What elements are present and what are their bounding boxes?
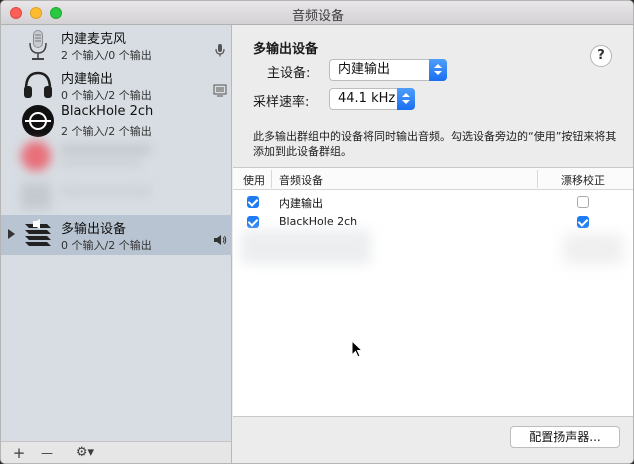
master-device-popup[interactable]: 内建输出 [329, 59, 447, 81]
table-header: 使用 音频设备 漂移校正 [233, 168, 633, 190]
window-title: 音频设备 [291, 9, 344, 24]
device-table: 使用 音频设备 漂移校正 内建输出 BlackHole 2ch [233, 167, 633, 417]
device-item-blackhole[interactable]: BlackHole 2ch 2 个输入/2 个输出 [1, 101, 232, 141]
headphones-icon [24, 71, 52, 98]
device-io-count: 2 个输入/2 个输出 [61, 125, 152, 138]
sample-rate-value: 44.1 kHz [338, 91, 396, 106]
speaker-icon [214, 235, 227, 245]
device-item-multi-output[interactable]: 多输出设备 0 个输入/2 个输出 [1, 215, 232, 255]
device-name: 多输出设备 [61, 222, 127, 237]
gear-menu-button[interactable]: ⚙︎▾ [69, 444, 101, 462]
master-device-value: 内建输出 [338, 62, 391, 77]
group-description: 此多输出群组中的设备将同时输出音频。勾选设备旁边的“使用”按钮来将其添加到此设备… [253, 130, 617, 158]
popup-arrows-icon [397, 88, 415, 110]
column-use[interactable]: 使用 [243, 172, 265, 188]
device-io-count: 2 个输入/0 个输出 [61, 49, 152, 62]
add-device-button[interactable]: + [11, 444, 27, 462]
device-io-count: 0 个输入/2 个输出 [61, 239, 152, 252]
device-cell: 内建输出 [279, 197, 323, 210]
column-divider [271, 170, 272, 188]
column-divider [537, 170, 538, 188]
device-name: BlackHole 2ch [61, 104, 154, 119]
popup-arrows-icon [429, 59, 447, 81]
disclosure-triangle[interactable] [8, 229, 15, 239]
device-cell: BlackHole 2ch [279, 215, 358, 228]
device-item-builtin-output[interactable]: 内建输出 0 个输入/2 个输出 [1, 65, 232, 105]
help-button[interactable]: ? [590, 45, 612, 67]
device-name: 内建输出 [61, 72, 114, 87]
sidebar-footer: + — ⚙︎▾ [1, 441, 232, 463]
sample-rate-popup[interactable]: 44.1 kHz [329, 88, 415, 110]
use-checkbox[interactable] [247, 196, 259, 208]
remove-device-button[interactable]: — [39, 444, 55, 462]
table-row: 内建输出 [233, 192, 633, 212]
sample-rate-label: 采样速率: [253, 95, 310, 110]
multi-output-icon [25, 219, 51, 246]
column-device[interactable]: 音频设备 [279, 172, 323, 188]
display-icon [213, 84, 227, 97]
blackhole-icon [22, 105, 54, 137]
redacted-row [241, 230, 371, 264]
use-checkbox[interactable] [247, 216, 259, 228]
device-name: 内建麦克风 [61, 32, 127, 47]
redacted-row [563, 234, 623, 264]
device-sidebar: 内建麦克风 2 个输入/0 个输出 内建输出 0 个输入/2 个输出 Black… [1, 25, 232, 441]
titlebar: 音频设备 [1, 1, 633, 25]
drift-checkbox[interactable] [577, 196, 589, 208]
device-detail-panel: 多输出设备 ? 主设备: 内建输出 采样速率: 44.1 kHz 此多输出群组中… [233, 25, 633, 463]
device-item-builtin-mic[interactable]: 内建麦克风 2 个输入/0 个输出 [1, 25, 232, 65]
mic-small-icon [215, 44, 225, 57]
audio-midi-window: 音频设备 内建麦克风 2 个输入/0 个输出 内建输出 0 个输入/2 个输出 … [0, 0, 634, 464]
column-drift[interactable]: 漂移校正 [561, 172, 605, 188]
table-row: BlackHole 2ch [233, 212, 633, 232]
redacted-device [7, 139, 157, 173]
configure-speakers-button[interactable]: 配置扬声器... [510, 426, 620, 448]
microphone-icon [29, 30, 47, 60]
drift-checkbox[interactable] [577, 216, 589, 228]
redacted-device [7, 181, 157, 211]
mouse-cursor-icon [351, 340, 363, 358]
master-device-label: 主设备: [267, 66, 311, 81]
group-title: 多输出设备 [253, 42, 319, 57]
